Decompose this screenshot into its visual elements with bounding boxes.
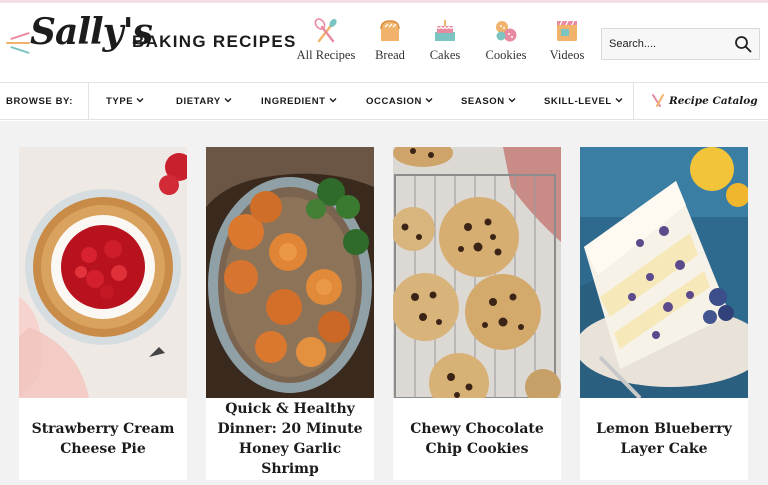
bread-loaf-icon (380, 20, 400, 41)
site-header: Sally's BAKING RECIPES All Recipes Bread (0, 3, 768, 82)
nav-item-cookies[interactable]: Cookies (471, 17, 541, 69)
whisk-spoon-icon (314, 18, 337, 43)
nav-label-all-recipes: All Recipes (296, 48, 356, 62)
filter-ingredient-label: INGREDIENT (261, 96, 326, 107)
filter-dietary-label: DIETARY (176, 96, 221, 107)
video-camera-icon (557, 20, 577, 41)
category-nav: All Recipes Bread Cakes Cookies Videos (291, 17, 597, 69)
recipe-card[interactable]: Lemon Blueberry Layer Cake (580, 147, 748, 480)
search-input[interactable] (602, 29, 732, 59)
cookies-icon (496, 21, 517, 42)
divider (633, 83, 634, 120)
chevron-down-icon (615, 98, 623, 103)
chevron-down-icon (425, 98, 433, 103)
nav-item-videos[interactable]: Videos (532, 17, 602, 69)
chevron-down-icon (224, 98, 232, 103)
divider (88, 83, 89, 120)
chevron-down-icon (508, 98, 516, 103)
recipe-card[interactable]: Quick & Healthy Dinner: 20 Minute Honey … (206, 147, 374, 480)
nav-label-cakes: Cakes (429, 48, 461, 62)
filter-season[interactable]: SEASON (461, 96, 516, 107)
recipe-card[interactable]: Strawberry Cream Cheese Pie (19, 147, 187, 480)
recipe-title[interactable]: Lemon Blueberry Layer Cake (586, 398, 742, 480)
recipe-title[interactable]: Strawberry Cream Cheese Pie (25, 398, 181, 480)
filter-occasion[interactable]: OCCASION (366, 96, 433, 107)
nav-label-cookies: Cookies (485, 48, 527, 62)
browse-by-label: BROWSE BY: (6, 96, 74, 107)
strawberry-pie-photo[interactable] (19, 147, 187, 398)
browse-bar: BROWSE BY: TYPE DIETARY INGREDIENT OCCAS… (0, 82, 768, 120)
recipe-grid: Strawberry Cream Cheese Pie Quick & Heal… (0, 121, 768, 485)
filter-season-label: SEASON (461, 96, 505, 107)
recipe-catalog-label: Recipe Catalog (669, 95, 758, 107)
nav-item-all-recipes[interactable]: All Recipes (291, 17, 361, 69)
lemon-blueberry-cake-photo[interactable] (580, 147, 748, 398)
filter-skill-level[interactable]: SKILL-LEVEL (544, 96, 623, 107)
chocolate-chip-cookies-photo[interactable] (393, 147, 561, 398)
chevron-down-icon (136, 98, 144, 103)
cake-icon (435, 20, 455, 41)
filter-ingredient[interactable]: INGREDIENT (261, 96, 337, 107)
filter-dietary[interactable]: DIETARY (176, 96, 232, 107)
nav-item-cakes[interactable]: Cakes (410, 17, 480, 69)
whisk-icon (652, 94, 664, 107)
honey-garlic-shrimp-photo[interactable] (206, 147, 374, 398)
search-icon[interactable] (734, 35, 752, 53)
logo-wordmark: BAKING RECIPES (132, 32, 297, 51)
nav-label-videos: Videos (549, 48, 585, 62)
recipe-card[interactable]: Chewy Chocolate Chip Cookies (393, 147, 561, 480)
filter-skill-level-label: SKILL-LEVEL (544, 96, 612, 107)
recipe-title[interactable]: Quick & Healthy Dinner: 20 Minute Honey … (212, 398, 368, 480)
filter-type-label: TYPE (106, 96, 134, 107)
search-box[interactable] (601, 28, 760, 60)
site-logo[interactable]: Sally's BAKING RECIPES (6, 11, 295, 63)
chevron-down-icon (329, 98, 337, 103)
recipe-title[interactable]: Chewy Chocolate Chip Cookies (399, 398, 555, 480)
filter-type[interactable]: TYPE (106, 96, 144, 107)
filter-occasion-label: OCCASION (366, 96, 422, 107)
